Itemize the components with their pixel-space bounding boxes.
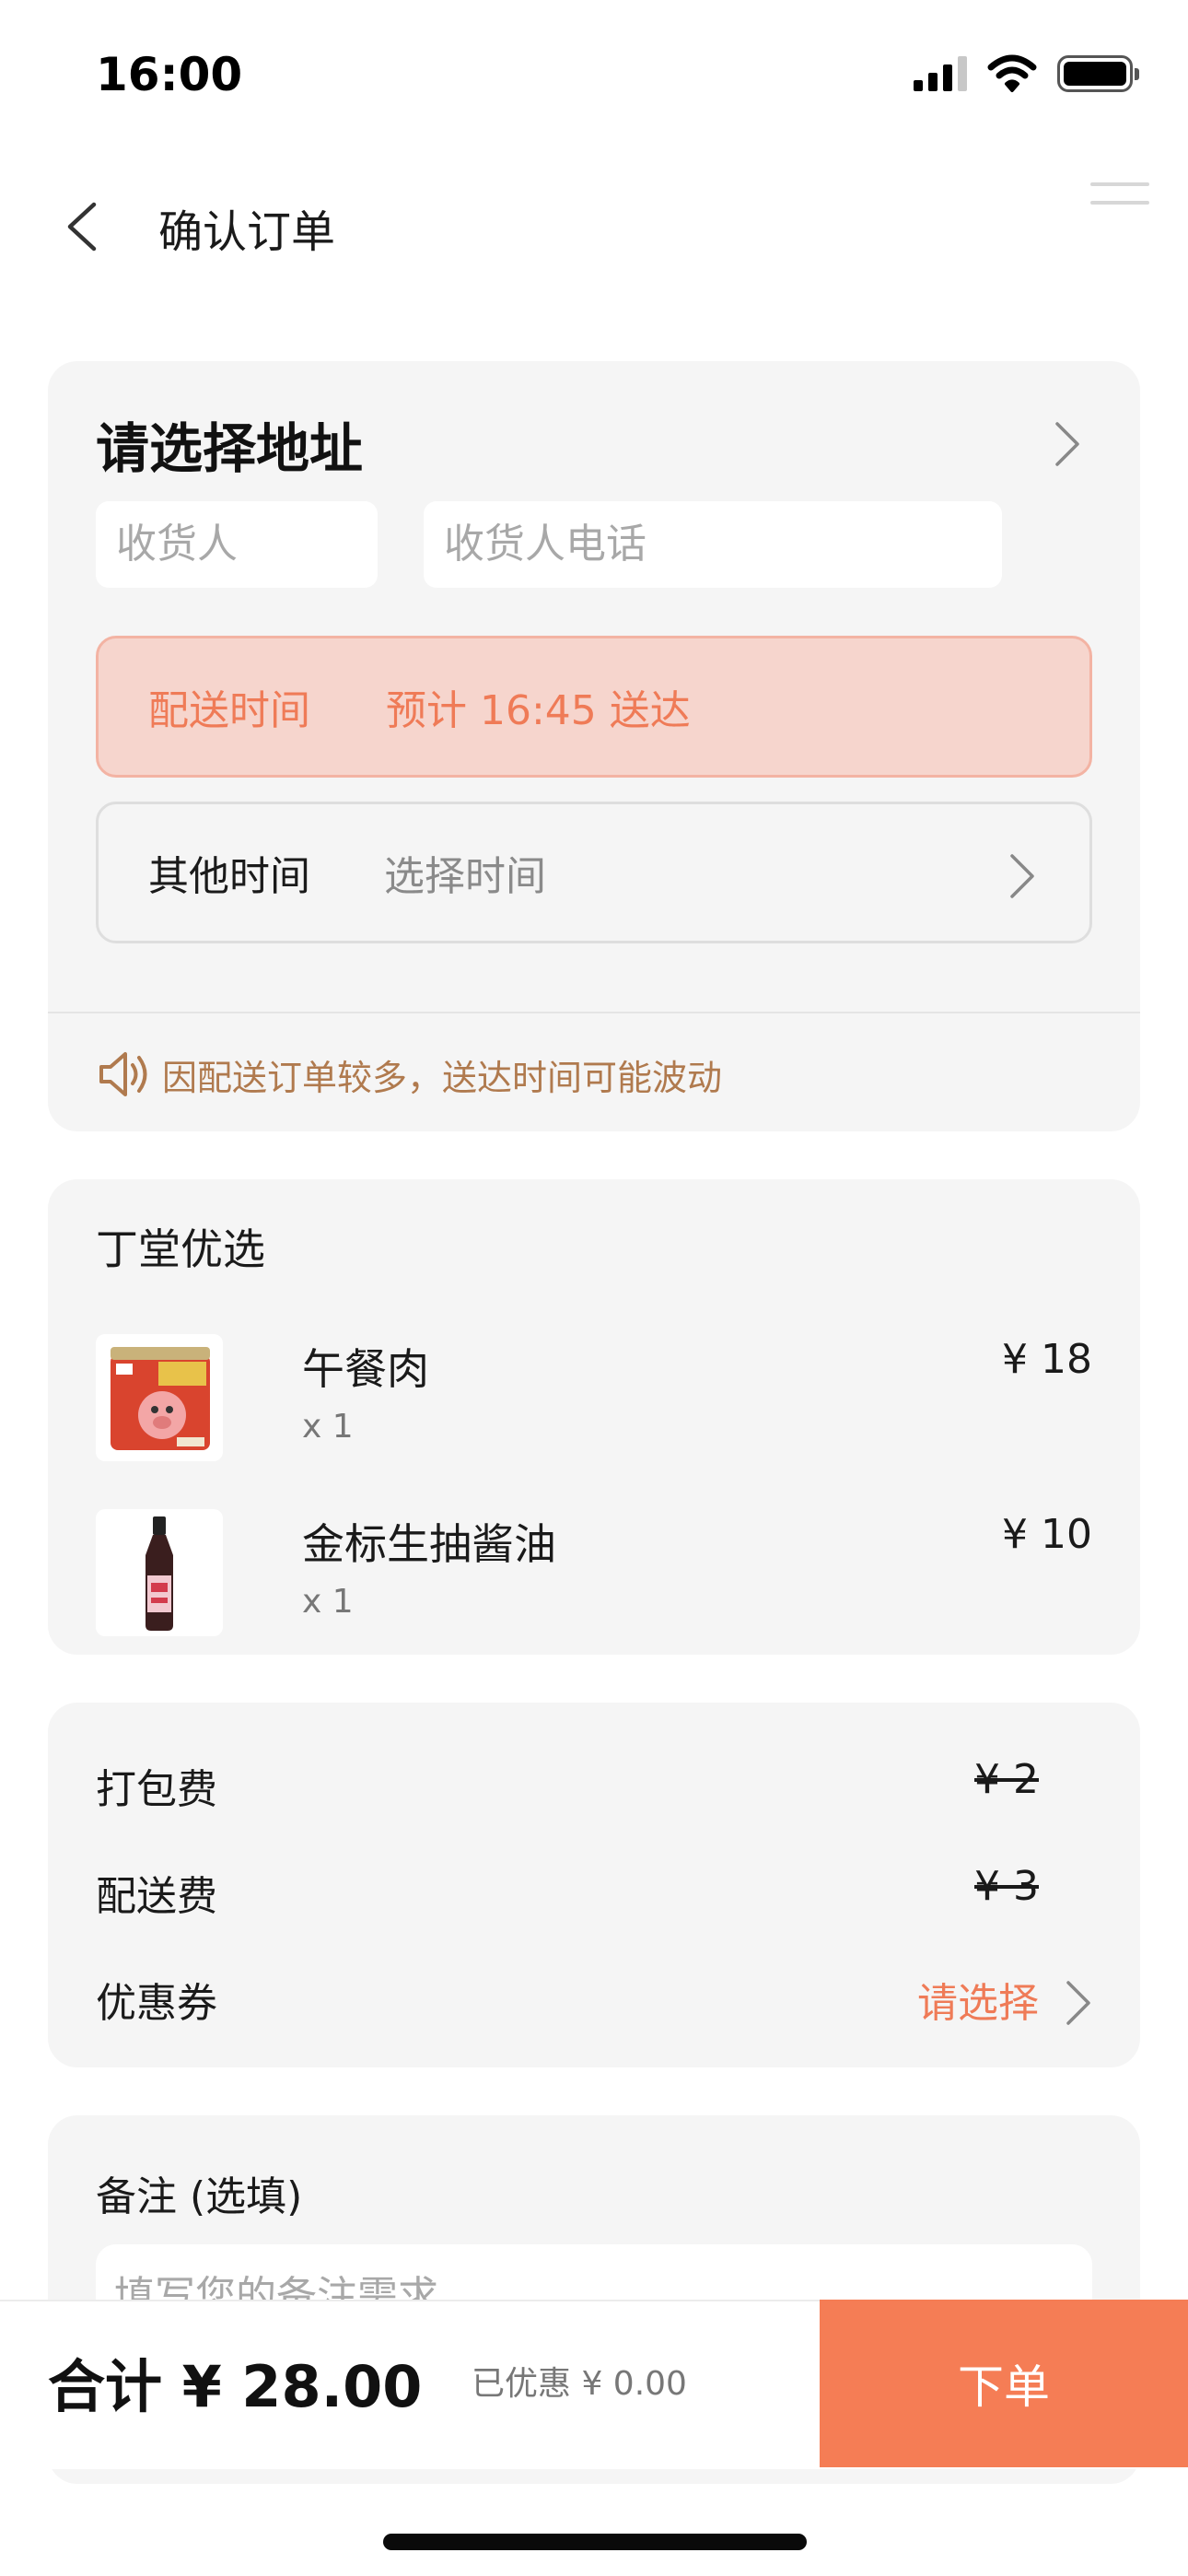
chevron-right-icon [1066, 1981, 1090, 2025]
status-icons [914, 52, 1139, 96]
goods-card: 丁堂优选 午餐肉 x 1 ¥ 18 金标生抽酱油 x 1 ¥ 10 [48, 1179, 1140, 1655]
chevron-right-icon [1010, 854, 1034, 898]
divider [48, 1012, 1140, 1013]
address-card: 请选择地址 收货人 收货人电话 配送时间 预计 16:45 送达 其他时间 选择… [48, 361, 1140, 1131]
product-quantity: x 1 [302, 1408, 354, 1446]
recipient-phone-field[interactable]: 收货人电话 [424, 501, 1002, 588]
back-arrow-icon[interactable] [57, 197, 109, 256]
remark-title: 备注 (选填) [96, 2173, 303, 2220]
place-order-button[interactable]: 下单 [820, 2300, 1188, 2467]
checkout-bar: 合计 ¥ 28.00 已优惠 ¥ 0.00 下单 [0, 2300, 1188, 2469]
packing-fee-value: ¥ 2 [974, 1756, 1039, 1803]
home-indicator[interactable] [383, 2534, 807, 2550]
status-time: 16:00 [96, 48, 243, 101]
page-title: 确认订单 [158, 206, 336, 258]
delivery-fee-value: ¥ 3 [974, 1863, 1039, 1910]
estimated-delivery-option[interactable]: 配送时间 预计 16:45 送达 [96, 636, 1092, 778]
delivery-estimate: 预计 16:45 送达 [386, 687, 691, 734]
coupon-label: 优惠券 [96, 1980, 217, 2027]
speaker-icon [99, 1052, 147, 1096]
list-item[interactable]: 午餐肉 x 1 ¥ 18 [96, 1334, 1092, 1463]
discount-amount: 已优惠 ¥ 0.00 [472, 2365, 687, 2403]
select-time-value: 选择时间 [384, 853, 546, 900]
chevron-right-icon[interactable] [1054, 418, 1081, 470]
other-time-option[interactable]: 其他时间 选择时间 [96, 802, 1092, 943]
delivery-notice: 因配送订单较多，送达时间可能波动 [96, 1047, 722, 1102]
notice-text: 因配送订单较多，送达时间可能波动 [162, 1057, 723, 1098]
select-address-title[interactable]: 请选择地址 [96, 405, 363, 483]
product-quantity: x 1 [302, 1583, 354, 1621]
cellular-signal-icon [914, 56, 967, 91]
product-name: 金标生抽酱油 [302, 1519, 556, 1569]
product-image [96, 1509, 223, 1636]
packing-fee-row: 打包费 ¥ 2 [96, 1751, 1092, 1815]
shop-name: 丁堂优选 [96, 1224, 265, 1274]
other-time-label: 其他时间 [148, 853, 310, 900]
delivery-time-label: 配送时间 [148, 687, 310, 734]
list-item[interactable]: 金标生抽酱油 x 1 ¥ 10 [96, 1509, 1092, 1638]
coupon-row[interactable]: 优惠券 请选择 [96, 1964, 1092, 2029]
product-price: ¥ 18 [1002, 1336, 1092, 1383]
order-total: 合计 ¥ 28.00 [48, 2353, 423, 2420]
delivery-fee-row: 配送费 ¥ 3 [96, 1857, 1092, 1922]
wifi-icon [987, 54, 1037, 92]
menu-icon[interactable] [1090, 182, 1149, 212]
coupon-select-link[interactable]: 请选择 [917, 1970, 1039, 2029]
delivery-fee-label: 配送费 [96, 1873, 217, 1920]
battery-icon [1057, 55, 1139, 92]
recipient-name-field[interactable]: 收货人 [96, 501, 378, 588]
product-image [96, 1334, 223, 1461]
packing-fee-label: 打包费 [96, 1766, 217, 1813]
product-price: ¥ 10 [1002, 1511, 1092, 1558]
fees-card: 打包费 ¥ 2 配送费 ¥ 3 优惠券 请选择 [48, 1703, 1140, 2067]
product-name: 午餐肉 [302, 1344, 429, 1394]
